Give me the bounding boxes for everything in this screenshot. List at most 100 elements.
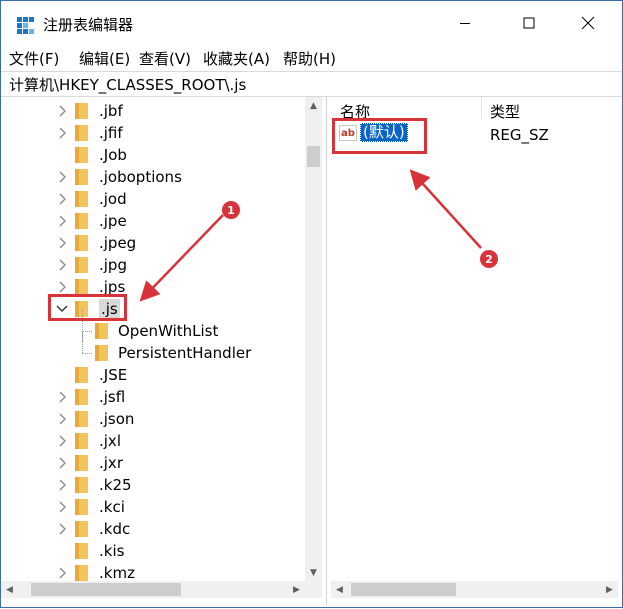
tree-item-label: .jbf <box>99 102 123 120</box>
chevron-right-icon[interactable] <box>56 500 68 514</box>
chevron-right-icon[interactable] <box>56 170 68 184</box>
tree-item-openwithlist[interactable]: OpenWithList <box>1 309 305 342</box>
tree-item-joboptions[interactable]: .joboptions <box>1 166 305 188</box>
folder-icon <box>75 389 88 405</box>
title-bar: 注册表编辑器 <box>1 1 622 45</box>
menu-bar: 文件(F) 编辑(E) 查看(V) 收藏夹(A) 帮助(H) <box>1 45 622 71</box>
folder-icon <box>75 543 88 559</box>
chevron-right-icon[interactable] <box>56 280 68 294</box>
scrollbar-corner <box>305 581 322 598</box>
folder-icon <box>75 235 88 251</box>
folder-icon <box>75 499 88 515</box>
tree-item-label: .jpeg <box>99 234 137 252</box>
tree-item-jxr[interactable]: .jxr <box>1 452 305 474</box>
tree-horizontal-scroll-thumb[interactable] <box>31 583 181 596</box>
tree-item-label: .joboptions <box>99 168 182 186</box>
chevron-right-icon[interactable] <box>56 126 68 140</box>
folder-icon <box>75 191 88 207</box>
chevron-right-icon[interactable] <box>56 192 68 206</box>
tree-item-json[interactable]: .json <box>1 408 305 430</box>
folder-icon <box>75 213 88 229</box>
folder-icon <box>75 455 88 471</box>
menu-favorites[interactable]: 收藏夹(A) <box>203 48 270 69</box>
maximize-button[interactable] <box>506 1 552 45</box>
tree-item-jbf[interactable]: .jbf <box>1 100 305 122</box>
tree-item-label: .JSE <box>99 366 128 384</box>
folder-icon <box>95 345 108 361</box>
annotation-box-default-value <box>332 118 427 154</box>
tree-item-js[interactable]: .js <box>1 298 305 320</box>
chevron-right-icon[interactable] <box>56 104 68 118</box>
tree-item-kci[interactable]: .kci <box>1 496 305 518</box>
chevron-right-icon[interactable] <box>56 478 68 492</box>
tree-item-label: .kdc <box>99 520 131 538</box>
menu-file[interactable]: 文件(F) <box>9 48 59 69</box>
tree-item-jse[interactable]: .JSE <box>1 364 305 386</box>
address-bar[interactable]: 计算机\HKEY_CLASSES_ROOT\.js <box>1 71 622 97</box>
tree-item-jpeg[interactable]: .jpeg <box>1 232 305 254</box>
tree-item-label: OpenWithList <box>118 322 219 340</box>
folder-icon <box>75 125 88 141</box>
tree-guide-line <box>82 331 92 332</box>
close-button[interactable] <box>565 1 611 45</box>
tree-item-k25[interactable]: .k25 <box>1 474 305 496</box>
chevron-right-icon[interactable] <box>56 456 68 470</box>
menu-view[interactable]: 查看(V) <box>139 48 191 69</box>
tree-item-jpg[interactable]: .jpg <box>1 254 305 276</box>
tree-item-label: .jpg <box>99 256 127 274</box>
tree-item-label: .k25 <box>99 476 132 494</box>
tree-item-label: .json <box>99 410 135 428</box>
annotation-box-tree-item <box>48 294 127 321</box>
chevron-right-icon[interactable] <box>56 236 68 250</box>
values-horizontal-scrollbar[interactable]: ◀ ▶ <box>331 581 618 598</box>
chevron-right-icon[interactable] <box>56 214 68 228</box>
regedit-window: 注册表编辑器 文件(F) 编辑(E) 查看(V) 收藏夹(A) 帮助(H) 计算… <box>0 0 623 608</box>
scroll-left-icon[interactable]: ◀ <box>1 581 18 598</box>
chevron-right-icon[interactable] <box>56 522 68 536</box>
folder-icon <box>75 521 88 537</box>
tree-item-label: .jpe <box>99 212 127 230</box>
tree-item-jps[interactable]: .jps <box>1 276 305 298</box>
menu-edit[interactable]: 编辑(E) <box>79 48 130 69</box>
menu-help[interactable]: 帮助(H) <box>283 48 336 69</box>
folder-icon <box>75 169 88 185</box>
chevron-right-icon[interactable] <box>56 412 68 426</box>
values-horizontal-scroll-thumb[interactable] <box>351 583 456 596</box>
folder-icon <box>75 477 88 493</box>
tree-item-jsfl[interactable]: .jsfl <box>1 386 305 408</box>
tree-item-jod[interactable]: .jod <box>1 188 305 210</box>
tree-item-jxl[interactable]: .jxl <box>1 430 305 452</box>
tree-vertical-scrollbar[interactable]: ▲ ▼ <box>305 97 322 581</box>
scroll-right-icon[interactable]: ▶ <box>288 581 305 598</box>
chevron-right-icon[interactable] <box>56 434 68 448</box>
tree-item-label: .jfif <box>99 124 123 142</box>
tree-guide-line <box>82 353 92 354</box>
tree-item-kdc[interactable]: .kdc <box>1 518 305 540</box>
annotation-badge-2: 2 <box>480 250 498 268</box>
folder-icon <box>75 411 88 427</box>
scroll-right-icon[interactable]: ▶ <box>601 581 618 598</box>
tree-horizontal-scrollbar[interactable]: ◀ ▶ <box>1 581 305 598</box>
tree-item-kis[interactable]: .kis <box>1 540 305 562</box>
chevron-right-icon[interactable] <box>56 258 68 272</box>
folder-icon <box>75 367 88 383</box>
tree-item-jfif[interactable]: .jfif <box>1 122 305 144</box>
column-separator[interactable] <box>481 97 482 119</box>
tree-vertical-scroll-thumb[interactable] <box>307 146 320 167</box>
value-type: REG_SZ <box>490 126 549 144</box>
minimize-button[interactable] <box>442 1 488 45</box>
address-path: 计算机\HKEY_CLASSES_ROOT\.js <box>9 76 247 94</box>
column-header-type[interactable]: 类型 <box>490 101 520 122</box>
tree-item-label: .jod <box>99 190 127 208</box>
tree-item-label: .jsfl <box>99 388 126 406</box>
chevron-right-icon[interactable] <box>56 566 68 580</box>
chevron-right-icon[interactable] <box>56 390 68 404</box>
folder-icon <box>75 565 88 581</box>
scroll-up-icon[interactable]: ▲ <box>305 97 322 114</box>
scroll-left-icon[interactable]: ◀ <box>331 581 348 598</box>
tree-guide-line <box>82 331 83 353</box>
tree-item-persistenthandler[interactable]: PersistentHandler <box>1 331 305 364</box>
scroll-down-icon[interactable]: ▼ <box>305 564 322 581</box>
tree-item-jpe[interactable]: .jpe <box>1 210 305 232</box>
tree-item-job[interactable]: .Job <box>1 144 305 166</box>
